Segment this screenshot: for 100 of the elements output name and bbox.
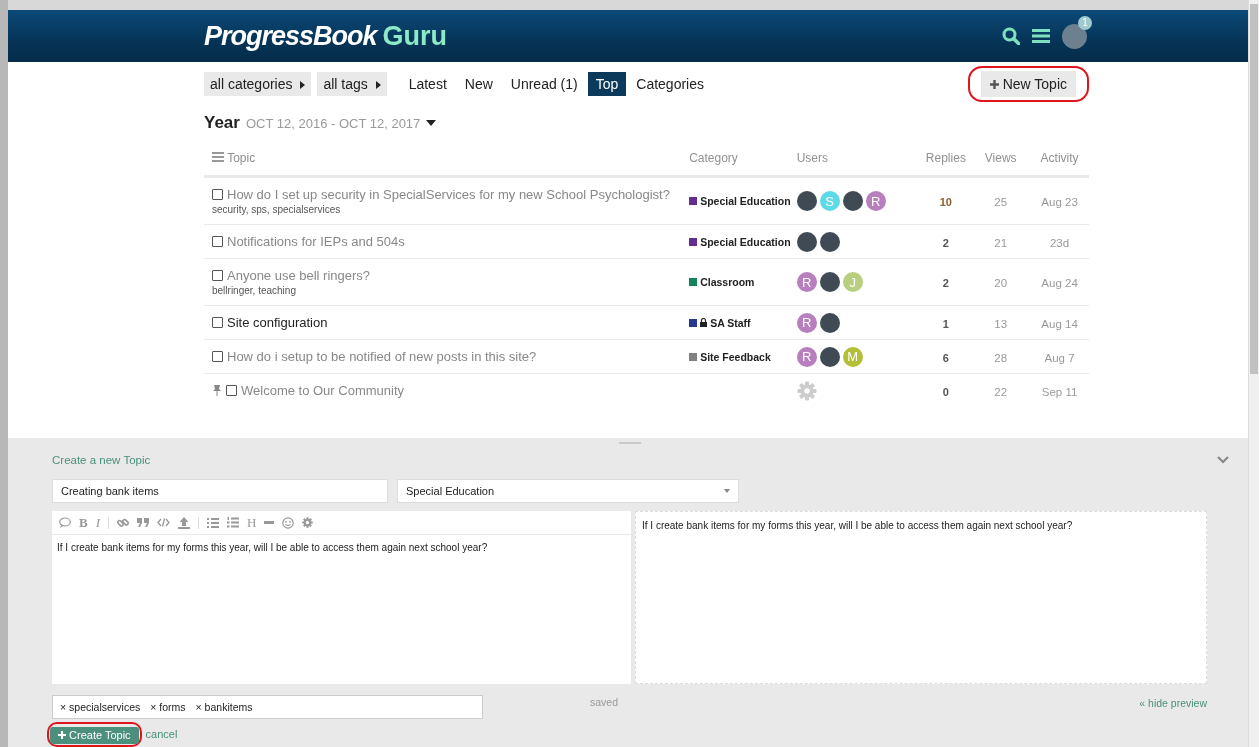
cancel-link[interactable]: cancel (145, 728, 178, 741)
column-header[interactable]: Topic (227, 151, 256, 165)
activity-date[interactable]: Sep 11 (1041, 385, 1078, 398)
horizontal-rule-icon[interactable] (264, 521, 275, 524)
nav-tab[interactable]: New (456, 72, 501, 96)
chevron-down-icon[interactable] (1217, 456, 1229, 464)
replies-count: 2 (942, 236, 949, 249)
search-icon[interactable] (1002, 27, 1020, 45)
settings-icon[interactable] (302, 517, 314, 528)
views-count: 20 (994, 277, 1008, 289)
bold-button[interactable]: B (79, 514, 88, 531)
column-header[interactable]: Activity (1040, 151, 1079, 165)
hide-preview-link[interactable]: « hide preview (1139, 697, 1207, 709)
replies-count: 6 (942, 351, 949, 364)
topic-title-link[interactable]: Welcome to Our Community (241, 383, 405, 398)
new-topic-button[interactable]: New Topic (980, 71, 1076, 97)
italic-button[interactable]: I (95, 514, 100, 531)
user-avatar[interactable] (819, 272, 840, 292)
replies-count: 10 (939, 196, 952, 208)
caret-down-icon (724, 489, 730, 493)
user-avatar[interactable] (819, 312, 840, 333)
checkbox[interactable] (226, 385, 237, 396)
user-avatar[interactable] (819, 346, 840, 367)
filter-dropdown[interactable]: all categories (204, 72, 312, 96)
activity-date[interactable]: Aug 24 (1041, 277, 1078, 289)
letter-avatar[interactable]: R (796, 346, 817, 367)
create-topic-button[interactable]: Create Topic (50, 726, 139, 744)
views-count: 28 (994, 351, 1008, 364)
letter-avatar[interactable]: M (842, 346, 863, 367)
code-icon[interactable] (157, 518, 170, 527)
activity-date[interactable]: 23d (1049, 236, 1070, 249)
checkbox[interactable] (212, 270, 223, 281)
column-header: Users (796, 151, 829, 165)
activity-date[interactable]: Aug 23 (1041, 196, 1078, 208)
letter-avatar[interactable]: R (796, 272, 817, 292)
category-link[interactable]: Site Feedback (700, 350, 771, 363)
letter-avatar[interactable]: R (796, 312, 817, 333)
menu-icon[interactable] (1032, 28, 1050, 44)
list-icon[interactable] (212, 152, 224, 162)
user-avatar[interactable] (796, 191, 817, 211)
notification-badge: 1 (1078, 15, 1092, 30)
views-count: 25 (994, 196, 1008, 208)
smiley-icon[interactable] (282, 516, 295, 529)
replies-count: 1 (942, 317, 949, 330)
topic-title-link[interactable]: How do I set up security in SpecialServices for my new School Psychologist? (227, 187, 670, 202)
plus-icon (58, 731, 66, 739)
topic-title-link[interactable]: How do i setup to be notified of new posts in this site? (227, 349, 537, 364)
link-icon[interactable] (117, 516, 129, 529)
user-avatar[interactable] (819, 231, 840, 252)
topic-tags[interactable]: security, sps, specialservices (212, 204, 690, 215)
column-header[interactable]: Replies (925, 151, 966, 165)
site-logo[interactable]: ProgressBook Guru (204, 20, 448, 52)
caret-icon[interactable] (426, 120, 437, 126)
column-header[interactable]: Category (689, 151, 738, 165)
views-count: 13 (994, 317, 1008, 330)
category-link[interactable]: SA Staff (710, 316, 751, 329)
checkbox[interactable] (212, 236, 223, 247)
editor-textarea[interactable]: If I create bank items for my forms this year, will I be able to access them again next school year? (52, 535, 631, 684)
user-avatar[interactable] (796, 231, 817, 252)
user-avatar[interactable] (842, 191, 863, 211)
category-link[interactable]: Special Education (700, 235, 791, 248)
category-select[interactable]: Special Education (397, 479, 739, 503)
bullet-list-icon[interactable] (207, 517, 219, 528)
quote-bubble-icon[interactable] (59, 517, 71, 528)
category-link[interactable]: Special Education (700, 195, 791, 207)
checkbox[interactable] (212, 189, 223, 200)
pin-icon[interactable] (212, 385, 222, 396)
filter-dropdown[interactable]: all tags (317, 72, 387, 96)
column-header[interactable]: Views (984, 151, 1017, 165)
title-input[interactable]: Creating bank items (52, 479, 388, 503)
blockquote-icon[interactable] (137, 518, 149, 527)
nav-tab[interactable]: Unread (1) (502, 72, 586, 96)
tag-chip[interactable]: × bankitems (195, 701, 253, 713)
checkbox[interactable] (212, 317, 223, 328)
plus-icon (989, 80, 999, 89)
upload-icon[interactable] (178, 516, 190, 529)
replies-count: 0 (942, 385, 949, 398)
views-count: 22 (994, 385, 1008, 398)
topic-title-link[interactable]: Notifications for IEPs and 504s (227, 234, 405, 249)
numbered-list-icon[interactable] (227, 517, 239, 528)
nav-tab[interactable]: Latest (400, 72, 455, 96)
tag-chip[interactable]: × forms (150, 701, 186, 713)
replies-count: 2 (942, 277, 949, 289)
activity-date[interactable]: Aug 14 (1041, 317, 1078, 330)
topic-tags[interactable]: bellringer, teaching (212, 285, 690, 296)
checkbox[interactable] (212, 351, 223, 362)
composer-heading: Create a new Topic (52, 454, 151, 466)
scrollbar[interactable] (1248, 0, 1259, 747)
topic-title-link[interactable]: Anyone use bell ringers? (227, 268, 371, 283)
preview-text: If I create bank items for my forms this year, will I be able to access them again next school year? (642, 520, 1073, 531)
topic-title-link[interactable]: Site configuration (227, 315, 328, 330)
heading-button[interactable]: H (247, 514, 257, 531)
activity-date[interactable]: Aug 7 (1044, 351, 1075, 364)
tags-field[interactable]: × specialservices × forms × bankitems (52, 695, 483, 719)
date-range: OCT 12, 2016 - OCT 12, 2017 (245, 115, 421, 131)
nav-tab[interactable]: Top (587, 72, 627, 96)
letter-avatar[interactable]: R (865, 191, 886, 211)
tag-chip[interactable]: × specialservices (60, 701, 141, 713)
nav-tab[interactable]: Categories (628, 72, 712, 96)
category-link[interactable]: Classroom (700, 276, 755, 288)
